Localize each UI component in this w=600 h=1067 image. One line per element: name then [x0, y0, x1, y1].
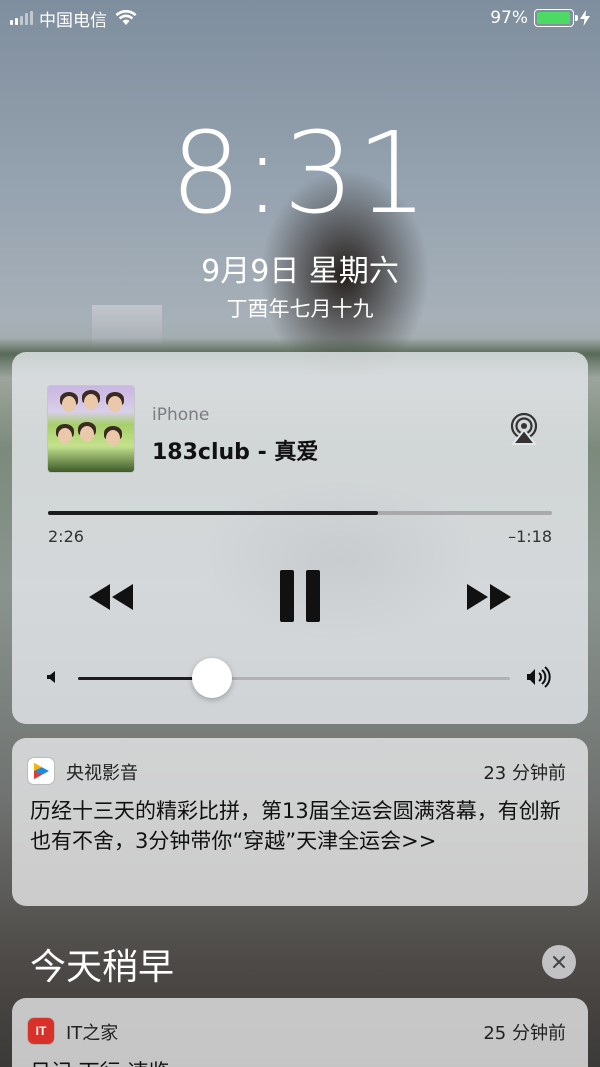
close-icon	[553, 956, 565, 968]
notification-body: 历经十三天的精彩比拼，第13届全运会圆满落幕，有创新也有不舍，3分钟带你“穿越”…	[30, 799, 561, 853]
lock-date: 9月9日 星期六	[201, 254, 399, 289]
volume-slider-knob[interactable]	[191, 658, 232, 698]
notification-app-name: 央视影音	[66, 763, 138, 784]
track-title: 183club - 真爱	[152, 440, 319, 465]
fast-forward-icon[interactable]	[464, 582, 514, 612]
notification-card[interactable]: IT IT之家 25 分钟前 日记 下行 速览	[12, 998, 588, 1067]
now-playing-widget: iPhone 183club - 真爱 2:26 –1:18	[12, 352, 588, 724]
ithome-app-icon: IT	[28, 1018, 54, 1044]
signal-strength-icon	[10, 11, 33, 25]
volume-slider[interactable]	[78, 658, 510, 698]
pause-icon[interactable]	[278, 570, 322, 622]
notification-app-name: IT之家	[66, 1023, 119, 1044]
notification-body: 日记 下行 速览	[30, 1056, 169, 1067]
album-art[interactable]	[48, 386, 134, 472]
elapsed-time: 2:26	[48, 527, 84, 546]
playback-progress-bar[interactable]	[48, 511, 552, 515]
volume-low-icon	[47, 671, 55, 683]
notification-time: 23 分钟前	[483, 763, 566, 784]
section-header-earlier-today: 今天稍早	[30, 947, 175, 988]
lock-clock: 8:31	[170, 109, 430, 239]
wifi-icon	[115, 10, 137, 25]
rewind-icon[interactable]	[86, 582, 136, 612]
battery-icon	[534, 9, 578, 27]
status-bar: 中国电信 97%	[0, 0, 600, 36]
airplay-icon[interactable]	[507, 412, 541, 446]
battery-percent: 97%	[490, 8, 528, 28]
lunar-date: 丁酉年七月十九	[226, 297, 374, 321]
volume-high-icon	[527, 666, 551, 688]
notification-time: 25 分钟前	[483, 1023, 566, 1044]
cctv-video-app-icon	[28, 758, 54, 784]
notification-card[interactable]: 央视影音 23 分钟前 历经十三天的精彩比拼，第13届全运会圆满落幕，有创新也有…	[12, 738, 588, 906]
clear-notifications-button[interactable]	[542, 945, 576, 979]
carrier-name: 中国电信	[39, 10, 107, 31]
playback-source: iPhone	[152, 405, 210, 425]
charging-bolt-icon	[580, 10, 590, 26]
remaining-time: –1:18	[508, 527, 552, 546]
